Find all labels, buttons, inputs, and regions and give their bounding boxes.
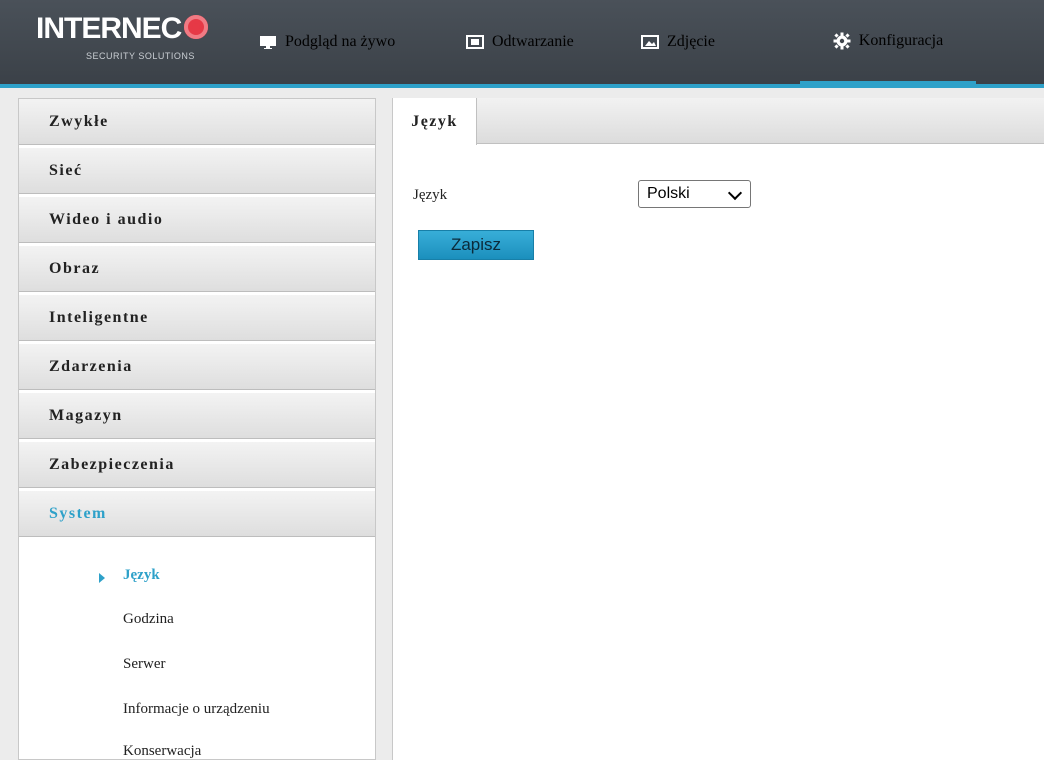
nav-configuration[interactable]: Konfiguracja bbox=[800, 0, 976, 84]
language-select[interactable]: Polski bbox=[638, 180, 751, 208]
film-icon bbox=[466, 35, 484, 49]
chevron-down-icon bbox=[727, 185, 743, 201]
tab-bar: Język bbox=[393, 98, 1044, 145]
sidebar-item-image[interactable]: Obraz bbox=[19, 246, 375, 292]
header-accent-line bbox=[0, 84, 1044, 88]
nav-snapshot[interactable]: Zdjęcie bbox=[641, 0, 715, 84]
config-sidebar: Zwykłe Sieć Wideo i audio Obraz Intelige… bbox=[18, 98, 376, 760]
sidebar-item-network[interactable]: Sieć bbox=[19, 148, 375, 194]
brand-logo: INTERNEC SECURITY SOLUTIONS bbox=[36, 12, 216, 68]
submenu-item-language[interactable]: Język bbox=[123, 567, 160, 584]
sidebar-item-label: Zdarzenia bbox=[49, 357, 133, 375]
sidebar-item-label: Obraz bbox=[49, 259, 101, 277]
submenu-item-maintenance[interactable]: Konserwacja bbox=[123, 743, 201, 760]
nav-label: Podgląd na żywo bbox=[285, 33, 396, 50]
sidebar-item-label: Magazyn bbox=[49, 406, 123, 424]
sidebar-item-security[interactable]: Zabezpieczenia bbox=[19, 442, 375, 488]
sidebar-item-storage[interactable]: Magazyn bbox=[19, 393, 375, 439]
save-button[interactable]: Zapisz bbox=[418, 230, 534, 260]
submenu-item-device-info[interactable]: Informacje o urządzeniu bbox=[123, 701, 270, 718]
nav-label: Konfiguracja bbox=[858, 31, 944, 49]
sidebar-item-label: System bbox=[49, 504, 107, 522]
main-content: Język Język Polski Zapisz bbox=[392, 98, 1044, 760]
language-label: Język bbox=[413, 187, 448, 203]
sidebar-item-label: Zwykłe bbox=[49, 112, 109, 130]
sidebar-item-intelligent[interactable]: Inteligentne bbox=[19, 295, 375, 341]
sidebar-item-label: Zabezpieczenia bbox=[49, 455, 175, 473]
sidebar-item-label: Sieć bbox=[49, 161, 83, 179]
active-arrow-icon bbox=[99, 573, 105, 583]
brand-name-part1: INTER bbox=[36, 12, 122, 45]
top-header: INTERNEC SECURITY SOLUTIONS Podgląd na ż… bbox=[0, 0, 1044, 84]
nav-label: Zdjęcie bbox=[667, 33, 715, 50]
sidebar-item-label: Inteligentne bbox=[49, 308, 149, 326]
sidebar-item-general[interactable]: Zwykłe bbox=[19, 99, 375, 145]
brand-name-part2: NEC bbox=[121, 12, 182, 45]
language-select-value: Polski bbox=[647, 185, 690, 202]
tab-language[interactable]: Język bbox=[393, 98, 477, 145]
nav-live-view[interactable]: Podgląd na żywo bbox=[259, 0, 395, 84]
sidebar-item-events[interactable]: Zdarzenia bbox=[19, 344, 375, 390]
nav-playback[interactable]: Odtwarzanie bbox=[466, 0, 574, 84]
submenu-item-time[interactable]: Godzina bbox=[123, 611, 174, 628]
submenu-item-server[interactable]: Serwer bbox=[123, 656, 165, 673]
image-icon bbox=[641, 35, 659, 49]
gear-icon bbox=[833, 32, 851, 49]
sidebar-item-label: Wideo i audio bbox=[49, 210, 164, 228]
nav-label: Odtwarzanie bbox=[492, 33, 574, 50]
monitor-icon bbox=[260, 36, 276, 49]
sidebar-item-video-audio[interactable]: Wideo i audio bbox=[19, 197, 375, 243]
sidebar-item-system[interactable]: System bbox=[19, 491, 375, 537]
logo-dot-icon bbox=[184, 15, 209, 40]
brand-tagline: SECURITY SOLUTIONS bbox=[86, 51, 195, 61]
